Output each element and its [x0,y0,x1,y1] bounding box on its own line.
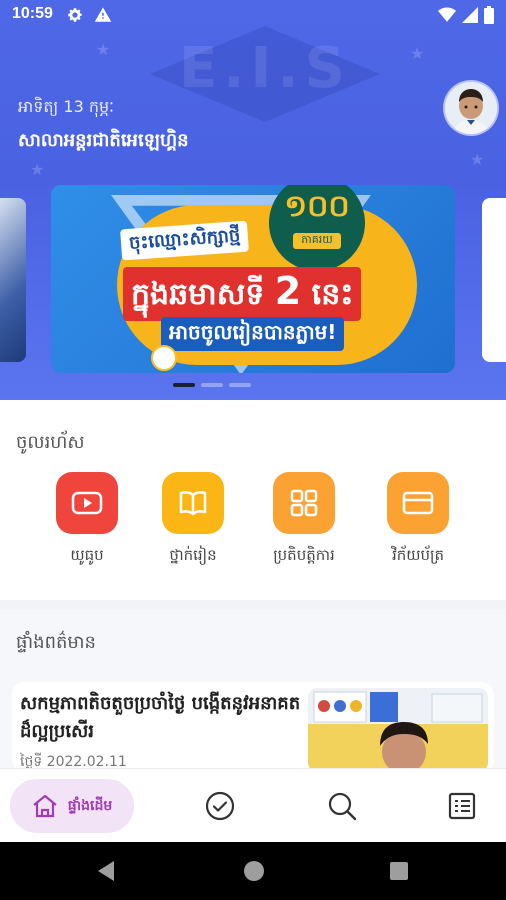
shortcut-label: វិក័យប័ត្រ [391,546,445,564]
shortcut-transactions[interactable]: ប្រតិបត្តិការ [254,472,354,568]
bottom-navigation: ផ្ទាំងដើម [0,768,506,843]
nav-search[interactable] [312,779,372,833]
banner-line-2-suffix: នេះ [311,277,354,312]
quick-access-title: ចូលរហ័ស [16,432,85,453]
watermark-text: E.I.S [179,36,351,101]
banner-line-3: អាចចូលរៀនបានភ្លាម! [161,317,345,351]
news-section: ផ្ទាំងពត៌មាន សកម្មភាពតិចតួចប្រចាំថ្ងៃ បង… [0,610,506,772]
school-name: សាលាអន្តរជាតិអេឡេហ្គិន [18,130,189,151]
status-time: 10:59 [12,5,53,22]
shortcut-label: យូធូប [70,546,104,564]
nav-home-label: ផ្ទាំងដើម [67,797,113,814]
status-bar: 10:59 [0,0,506,30]
nav-tasks[interactable] [190,779,250,833]
carousel-slide-next[interactable] [482,198,506,362]
check-circle-icon [205,791,235,821]
list-icon [448,792,476,820]
avatar[interactable] [445,82,497,134]
quick-access-grid: យូធូប ថ្នាក់រៀន ប្រតិបត្តិការ វិក័យប័ត្រ [0,472,506,592]
banner-line-2-number: 2 [274,269,302,313]
header-hero: E.I.S ★ ★ ★ ★ 10:59 អាទិត្យ 13 កុម្ភៈ សា… [0,0,506,400]
banner-line-2: ក្នុងឆមាសទី 2 នេះ [123,267,362,321]
nav-list[interactable] [432,779,492,833]
book-icon [179,491,207,516]
star-decoration-icon: ★ [96,40,111,59]
badge-unit: ភាគរយ [293,233,341,249]
youtube-play-icon [71,491,103,515]
back-icon[interactable] [96,859,116,883]
shortcut-invoices[interactable]: វិក័យប័ត្រ [368,472,468,568]
badge-number: ១០០ [284,189,350,224]
carousel-indicator [173,383,251,387]
shortcut-youtube[interactable]: យូធូប [37,472,137,568]
news-title: ផ្ទាំងពត៌មាន [16,632,96,653]
home-circle-icon[interactable] [243,859,265,883]
carousel-slide-previous[interactable] [0,198,26,362]
news-card[interactable]: សកម្មភាពតិចតួចប្រចាំថ្ងៃ បង្កើតនូវអនាគតដ… [12,682,494,772]
shortcut-icon-box [56,472,118,534]
shortcut-label: ថ្នាក់រៀន [169,546,217,564]
nav-home[interactable]: ផ្ទាំងដើម [10,779,134,833]
warning-icon [94,7,112,22]
recents-icon[interactable] [389,859,409,883]
school-logo-icon [151,345,177,371]
system-navigation-bar [0,842,506,900]
star-decoration-icon: ★ [470,150,485,169]
current-date: អាទិត្យ 13 កុម្ភៈ [18,97,115,116]
carousel-slide-current[interactable]: ១០០ ភាគរយ ចុះឈ្មោះសិក្សាថ្មី ក្នុងឆមាសទី… [51,185,455,373]
shortcut-icon-box [162,472,224,534]
search-icon [328,792,357,821]
shortcut-label: ប្រតិបត្តិការ [273,546,335,564]
wifi-icon [438,7,456,22]
carousel-dot-active[interactable] [173,383,195,387]
battery-icon [484,6,494,24]
carousel-dot[interactable] [201,383,223,387]
grid-icon [290,489,318,517]
carousel-dot[interactable] [229,383,251,387]
shortcut-classes[interactable]: ថ្នាក់រៀន [143,472,243,568]
school-logo-watermark: E.I.S [140,8,390,198]
banner-line-2-prefix: ក្នុងឆមាសទី [131,277,265,312]
quick-access-section: ចូលរហ័ស យូធូប ថ្នាក់រៀន ប្រតិបត្តិការ វិ… [0,400,506,600]
gear-icon [68,8,82,22]
star-decoration-icon: ★ [410,44,425,63]
classroom-photo-icon [308,688,488,772]
star-decoration-icon: ★ [30,160,45,179]
shortcut-icon-box [273,472,335,534]
news-headline: សកម្មភាពតិចតួចប្រចាំថ្ងៃ បង្កើតនូវអនាគតដ… [20,693,301,742]
home-icon [33,794,57,818]
news-thumbnail [308,688,488,772]
card-icon [402,491,434,515]
signal-icon [462,7,478,23]
student-photo-icon [445,82,497,134]
shortcut-icon-box [387,472,449,534]
